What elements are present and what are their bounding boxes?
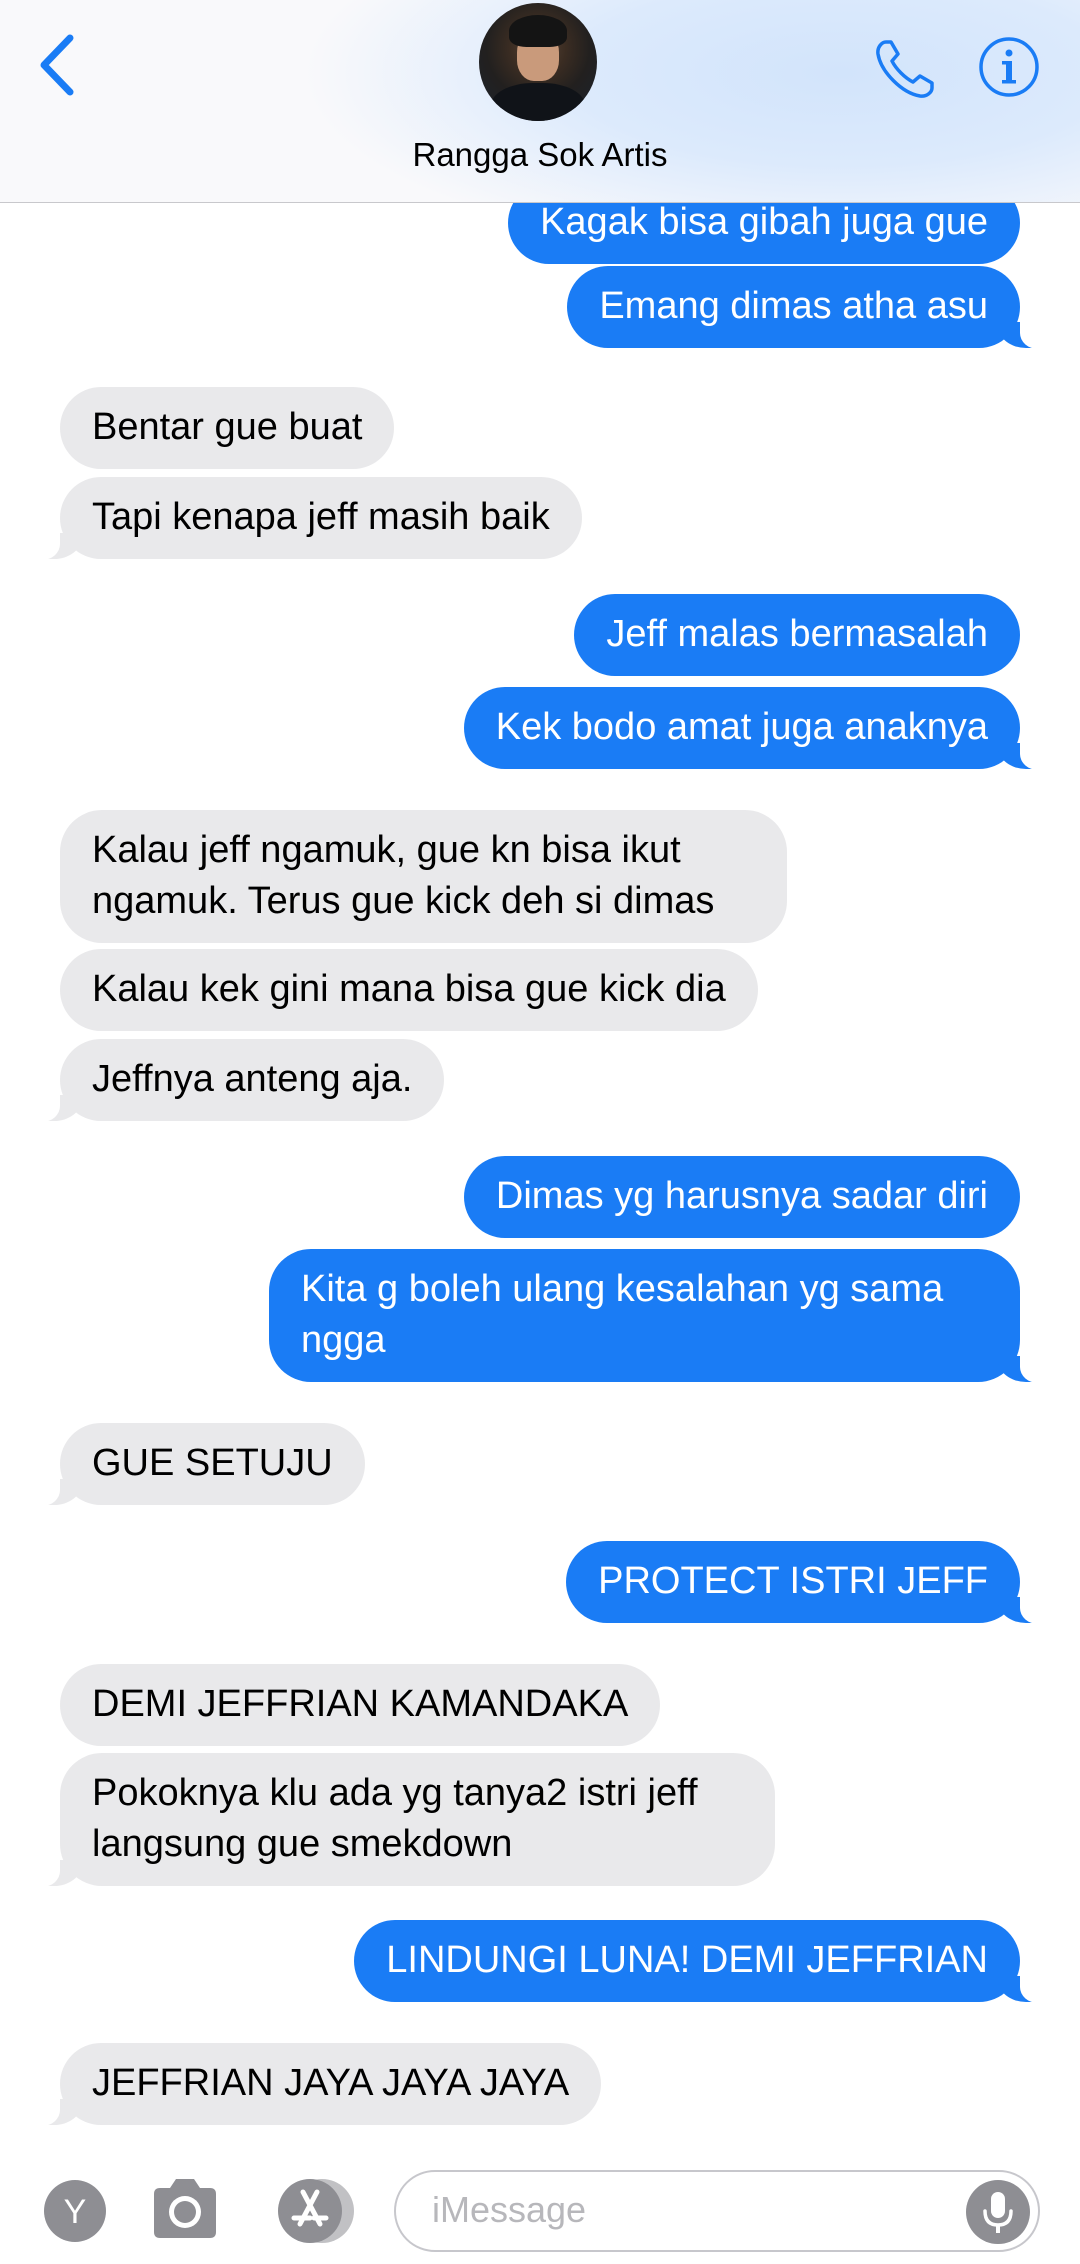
message-bubble-received[interactable]: Bentar gue buat <box>60 387 395 469</box>
microphone-icon <box>966 2180 1030 2244</box>
back-button[interactable] <box>30 30 90 100</box>
message-bubble-received[interactable]: Pokoknya klu ada yg tanya2 istri jeff la… <box>30 1753 775 1887</box>
avatar-shirt <box>491 83 585 121</box>
message-bubble-sent[interactable]: Emang dimas atha asu <box>567 266 1050 349</box>
avatar-hair <box>509 15 567 47</box>
app-store-icon <box>278 2179 354 2243</box>
camera-button[interactable] <box>148 2174 222 2244</box>
contact-avatar[interactable] <box>479 3 597 121</box>
info-icon <box>979 37 1039 97</box>
info-button[interactable] <box>978 36 1040 98</box>
message-input[interactable]: iMessage <box>394 2170 1040 2252</box>
phone-icon <box>876 40 934 98</box>
message-bubble-sent[interactable]: Kita g boleh ulang kesalahan yg sama ngg… <box>269 1249 1050 1383</box>
message-bubble-sent[interactable]: Kek bodo amat juga anaknya <box>463 687 1051 770</box>
message-input-placeholder: iMessage <box>432 2189 587 2230</box>
message-bubble-sent[interactable]: Dimas yg harusnya sadar diri <box>463 1156 1020 1238</box>
avatar-letter: Y <box>64 2193 87 2231</box>
message-bubble-received[interactable]: Kalau jeff ngamuk, gue kn bisa ikut ngam… <box>60 810 787 943</box>
message-bubble-sent[interactable]: PROTECT ISTRI JEFF <box>566 1541 1050 1624</box>
dictation-button[interactable] <box>966 2180 1030 2244</box>
message-bubble-sent[interactable]: LINDUNGI LUNA! DEMI JEFFRIAN <box>354 1920 1050 2003</box>
message-bubble-received[interactable]: Tapi kenapa jeff masih baik <box>30 477 582 560</box>
message-bubble-received[interactable]: DEMI JEFFRIAN KAMANDAKA <box>60 1664 661 1746</box>
message-bubble-received[interactable]: Kalau kek gini mana bisa gue kick dia <box>60 949 758 1031</box>
message-bubble-received[interactable]: GUE SETUJU <box>30 1423 365 1506</box>
memoji-avatar-icon: Y <box>44 2180 106 2242</box>
conversation-header: Rangga Sok Artis <box>0 0 1080 203</box>
app-store-button[interactable] <box>270 2178 356 2244</box>
memoji-app-button[interactable]: Y <box>44 2180 106 2242</box>
back-chevron-icon <box>40 34 74 96</box>
message-bubble-sent[interactable]: Jeff malas bermasalah <box>574 594 1020 676</box>
contact-name[interactable]: Rangga Sok Artis <box>0 136 1080 174</box>
camera-icon <box>154 2179 216 2238</box>
message-bubble-received[interactable]: JEFFRIAN JAYA JAYA JAYA <box>29 2043 602 2126</box>
call-button[interactable] <box>872 36 938 102</box>
composer-bar: Y iMessage <box>0 2152 1080 2264</box>
message-bubble-received[interactable]: Jeffnya anteng aja. <box>29 1039 445 1122</box>
